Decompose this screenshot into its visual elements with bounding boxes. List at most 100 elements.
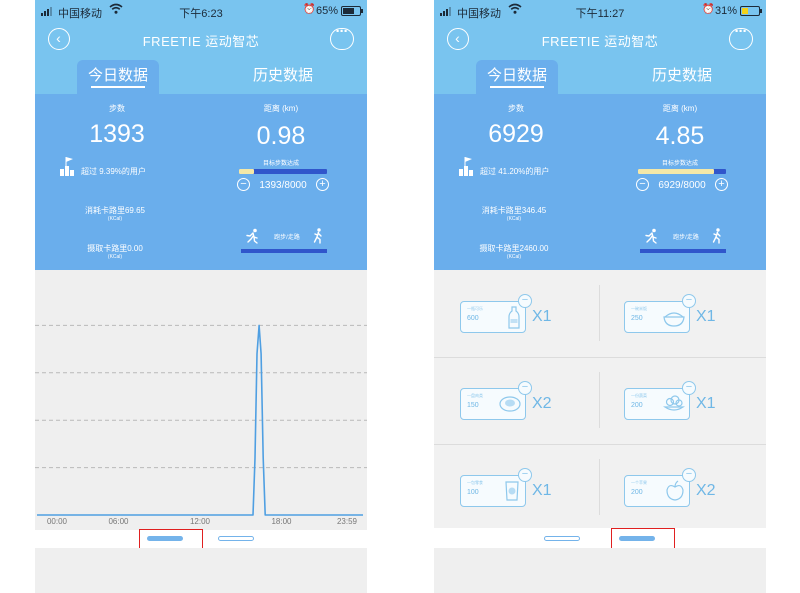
beat-users-text: 超过 9.39%的用户 — [81, 167, 146, 176]
food-name: 一包零食 — [467, 480, 483, 485]
nav-bar: ‹ FREETIE 运动智芯 ··· — [434, 23, 766, 54]
tab-today-data[interactable]: 今日数据 — [77, 60, 159, 94]
tab-label: 历史数据 — [252, 67, 313, 84]
ranking-flag-icon — [459, 157, 473, 176]
more-button[interactable]: ··· — [729, 23, 753, 50]
battery-percent: 31% — [715, 5, 738, 17]
x-tick-label: 00:00 — [46, 517, 68, 526]
steps-value: 6929 — [488, 120, 544, 148]
running-icon — [246, 228, 258, 244]
remove-food-button[interactable]: − — [518, 381, 532, 395]
food-name: 一个苹果 — [631, 480, 647, 485]
steps-label: 步数 — [508, 104, 524, 113]
column-divider — [599, 372, 600, 428]
tab-today-data[interactable]: 今日数据 — [476, 60, 558, 94]
food-card-apple[interactable]: 一个苹果 200 − — [624, 468, 696, 507]
ellipsis-icon: ··· — [335, 23, 349, 40]
highlight-annotation — [611, 528, 675, 549]
vegetable-icon — [663, 395, 685, 411]
steps-goal-text: 1393/8000 — [259, 180, 307, 191]
decrease-goal-button[interactable]: − — [237, 178, 250, 191]
status-bar: 中国移动 下午11:27 ⏰ 31% — [434, 2, 766, 20]
bottom-area — [434, 548, 766, 593]
column-divider — [599, 285, 600, 341]
food-kcal: 200 — [631, 489, 643, 496]
increase-goal-button[interactable]: + — [316, 178, 329, 191]
highlight-annotation — [139, 529, 203, 550]
steps-value: 1393 — [89, 120, 145, 148]
cola-bottle-icon — [508, 306, 520, 329]
mode-bar — [640, 249, 726, 253]
nav-title: FREETIE 运动智芯 — [541, 34, 659, 49]
food-card-cola[interactable]: 一瓶可乐 600 − — [460, 294, 532, 333]
calories-burned-label: 消耗卡路里346.45 — [481, 206, 547, 215]
nav-title: FREETIE 运动智芯 — [142, 34, 260, 49]
food-kcal: 250 — [631, 315, 643, 322]
goal-progress-bar — [239, 169, 327, 174]
calories-intake-label: 摄取卡路里0.00 — [87, 244, 143, 253]
page-indicator — [35, 529, 367, 550]
tab-active-underline — [490, 86, 544, 88]
ranking-flag-icon — [60, 157, 74, 176]
food-card-vegetable[interactable]: 一份蔬菜 200 − — [624, 381, 696, 420]
distance-value: 0.98 — [256, 122, 306, 150]
alarm-icon: ⏰ — [303, 4, 316, 15]
food-kcal: 100 — [467, 489, 479, 496]
nav-bar: ‹ FREETIE 运动智芯 ··· — [35, 23, 367, 54]
status-bar: 中国移动 下午6:23 ⏰ 65% — [35, 2, 367, 20]
page-indicator — [434, 528, 766, 549]
kcal-unit: (KCal) — [506, 216, 522, 222]
tab-label: 历史数据 — [651, 67, 712, 84]
mode-bar — [241, 249, 327, 253]
kcal-unit: (KCal) — [107, 254, 123, 260]
steps-goal-text: 6929/8000 — [658, 180, 706, 191]
tab-history-data[interactable]: 历史数据 — [235, 60, 331, 94]
page-dot-1[interactable] — [544, 536, 580, 541]
distance-label: 距离 (km) — [263, 104, 299, 113]
calories-burned-label: 消耗卡路里69.65 — [84, 206, 146, 215]
remove-food-button[interactable]: − — [518, 294, 532, 308]
chart-canvas — [35, 324, 367, 516]
food-kcal: 600 — [467, 315, 479, 322]
snack-bag-icon — [505, 481, 519, 501]
food-quantity: X1 — [696, 395, 716, 412]
food-name: 一碗米饭 — [631, 306, 647, 311]
tab-history-data[interactable]: 历史数据 — [634, 60, 730, 94]
food-quantity: X2 — [532, 395, 552, 412]
row-divider — [434, 444, 766, 445]
goal-label: 目标步数达成 — [262, 161, 299, 167]
distance-label: 距离 (km) — [662, 104, 698, 113]
alarm-icon: ⏰ — [702, 4, 715, 15]
more-button[interactable]: ··· — [330, 23, 354, 50]
row-divider — [434, 357, 766, 358]
remove-food-button[interactable]: − — [682, 468, 696, 482]
kcal-unit: (KCal) — [506, 254, 522, 260]
food-card-snack[interactable]: 一包零食 100 − — [460, 468, 532, 507]
food-card-rice[interactable]: 一碗米饭 250 − — [624, 294, 696, 333]
meat-plate-icon — [499, 396, 521, 412]
goal-progress-bar — [638, 169, 726, 174]
page-dot-2[interactable] — [218, 536, 254, 541]
walking-icon — [712, 228, 721, 244]
food-intake-grid: 一瓶可乐 600 − X1 一碗米饭 250 − X1 一盘肉类 150 − X… — [434, 270, 766, 528]
food-quantity: X1 — [532, 482, 552, 499]
food-kcal: 200 — [631, 402, 643, 409]
ellipsis-icon: ··· — [734, 23, 748, 40]
remove-food-button[interactable]: − — [682, 294, 696, 308]
tab-label: 今日数据 — [486, 67, 547, 84]
food-quantity: X1 — [696, 308, 716, 325]
remove-food-button[interactable]: − — [518, 468, 532, 482]
x-tick-label: 23:59 — [336, 517, 358, 526]
food-name: 一盘肉类 — [467, 393, 483, 398]
food-name: 一份蔬菜 — [631, 393, 647, 398]
x-tick-label: 06:00 — [108, 517, 129, 526]
walking-icon — [313, 228, 322, 244]
decrease-goal-button[interactable]: − — [636, 178, 649, 191]
battery-charging-icon — [740, 6, 762, 16]
remove-food-button[interactable]: − — [682, 381, 696, 395]
increase-goal-button[interactable]: + — [715, 178, 728, 191]
battery-percent: 65% — [316, 5, 339, 17]
goal-progress-fill — [239, 169, 255, 174]
food-card-meat[interactable]: 一盘肉类 150 − — [460, 381, 532, 420]
steps-label: 步数 — [109, 104, 125, 113]
